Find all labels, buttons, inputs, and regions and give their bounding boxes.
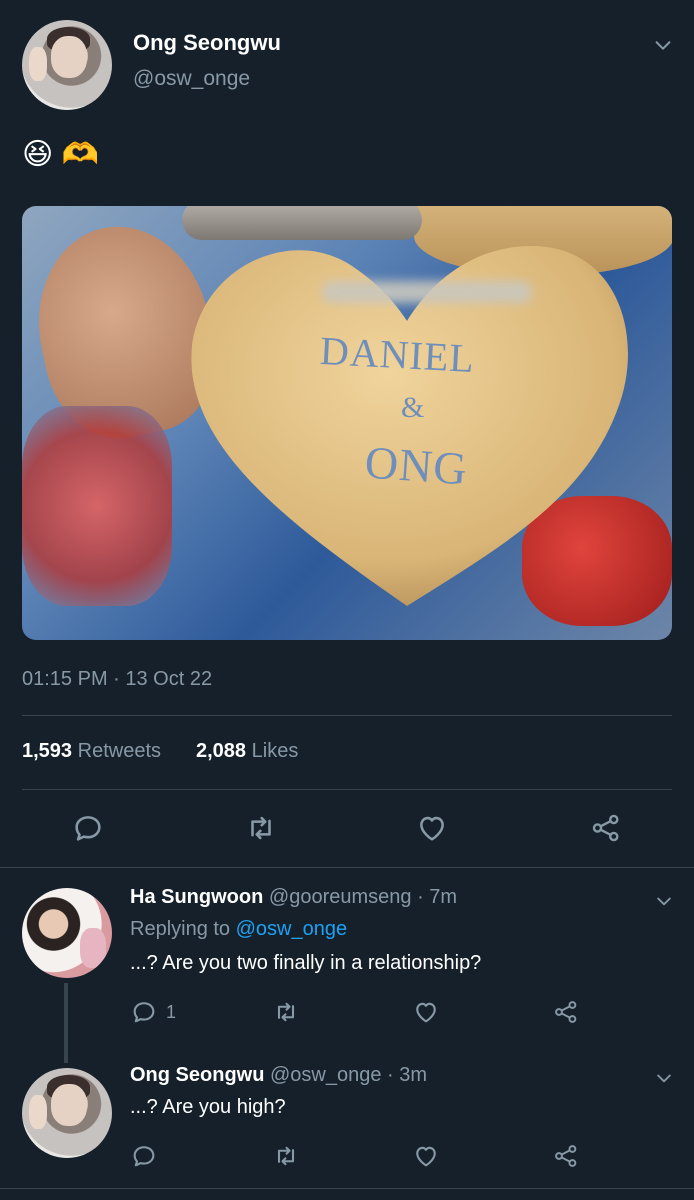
divider — [0, 867, 694, 868]
chevron-down-icon[interactable] — [654, 1068, 674, 1088]
retweets-count: 1,593 — [22, 740, 73, 762]
reply-author-name[interactable]: Ong Seongwu — [130, 1064, 264, 1086]
tweet-timestamp[interactable]: 01:15 PM · 13 Oct 22 — [22, 668, 212, 691]
blurred-text — [322, 281, 532, 303]
reply-time: · 7m — [417, 886, 458, 908]
retweet-stats[interactable]: 1,593 Retweets — [22, 740, 161, 763]
reply-text: ...? Are you high? — [130, 1096, 286, 1118]
reply-button[interactable] — [130, 1142, 158, 1170]
replying-to: Replying to @osw_onge — [130, 918, 347, 941]
divider — [22, 715, 672, 716]
like-button[interactable] — [415, 811, 449, 845]
replying-to-prefix: Replying to — [130, 918, 231, 940]
reply-icon — [133, 1146, 155, 1167]
share-button[interactable] — [552, 1142, 580, 1170]
reply-avatar-ha-sungwoon[interactable] — [22, 888, 112, 978]
chevron-down-icon[interactable] — [654, 891, 674, 911]
share-icon — [555, 1001, 577, 1023]
heart-icon — [416, 1146, 436, 1167]
author-avatar[interactable] — [22, 20, 112, 110]
reply-header: Ong Seongwu @osw_onge · 3m — [130, 1064, 427, 1087]
reply-count: 1 — [166, 1001, 177, 1022]
reply-button[interactable] — [71, 811, 105, 845]
share-button[interactable] — [589, 811, 623, 845]
chevron-down-icon[interactable] — [652, 34, 674, 56]
tweet-image[interactable]: DANIEL & ONG — [22, 206, 672, 640]
image-text-daniel: DANIEL — [318, 327, 476, 382]
reply-button[interactable]: 1 — [130, 998, 176, 1026]
reply-author-name[interactable]: Ha Sungwoon — [130, 886, 263, 908]
like-button[interactable] — [412, 998, 440, 1026]
retweet-icon — [251, 816, 271, 840]
reply-author-handle[interactable]: @gooreumseng — [269, 886, 412, 908]
replying-to-link[interactable]: @osw_onge — [236, 918, 347, 940]
like-button[interactable] — [412, 1142, 440, 1170]
retweet-button[interactable] — [272, 1142, 300, 1170]
share-icon — [555, 1145, 577, 1167]
retweet-icon — [277, 1146, 295, 1166]
image-text-amp: & — [401, 391, 425, 424]
reply-icon — [75, 816, 101, 841]
divider — [22, 789, 672, 790]
retweet-button[interactable] — [272, 998, 300, 1026]
lock-red-left — [22, 406, 172, 606]
share-button[interactable] — [552, 998, 580, 1026]
heart-icon — [416, 1002, 436, 1023]
reply-time: · 3m — [387, 1064, 428, 1086]
tweet-text: 😆 🫶 — [22, 138, 99, 171]
likes-count: 2,088 — [196, 740, 247, 762]
share-icon — [592, 814, 619, 842]
retweets-label: Retweets — [77, 740, 161, 762]
reply-avatar-ong-seongwu[interactable] — [22, 1068, 112, 1158]
reply-text: ...? Are you two finally in a relationsh… — [130, 952, 482, 974]
likes-label: Likes — [251, 740, 299, 762]
author-name[interactable]: Ong Seongwu — [133, 30, 281, 56]
reply-author-handle[interactable]: @osw_onge — [270, 1064, 381, 1086]
retweet-button[interactable] — [244, 811, 278, 845]
heart-icon — [420, 816, 444, 841]
image-text-ong: ONG — [363, 436, 470, 495]
reply-icon — [133, 1002, 155, 1023]
author-handle[interactable]: @osw_onge — [133, 67, 250, 91]
like-stats[interactable]: 2,088 Likes — [196, 740, 298, 763]
reply-header: Ha Sungwoon @gooreumseng · 7m — [130, 886, 457, 909]
thread-line — [64, 983, 68, 1063]
divider — [0, 1188, 694, 1189]
retweet-icon — [277, 1002, 295, 1022]
